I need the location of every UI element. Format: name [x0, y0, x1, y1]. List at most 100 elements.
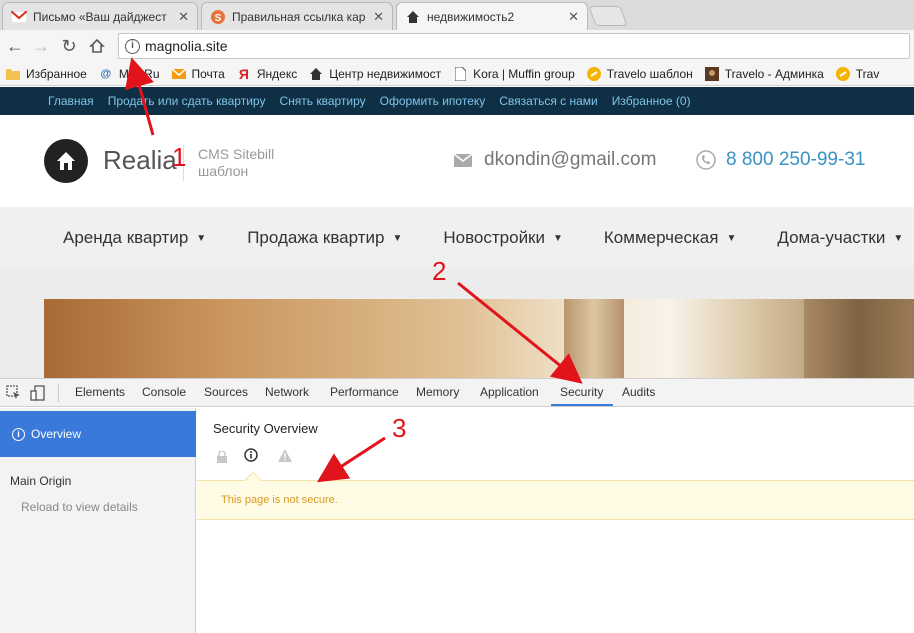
- devtools-tab-console[interactable]: Console: [142, 385, 186, 399]
- nav-link-home[interactable]: Главная: [48, 94, 94, 108]
- nav-link-contact[interactable]: Связаться с нами: [499, 94, 597, 108]
- address-bar[interactable]: i magnolia.site: [118, 33, 910, 59]
- bookmark-item[interactable]: Kora | Muffin group: [453, 66, 575, 81]
- back-icon[interactable]: ←: [4, 35, 26, 57]
- caret-down-icon: ▼: [726, 232, 737, 244]
- mailru-icon: @: [100, 67, 112, 80]
- email-contact[interactable]: dkondin@gmail.com: [454, 149, 656, 171]
- nav-link-rent[interactable]: Снять квартиру: [279, 94, 365, 108]
- gmail-icon: [11, 9, 27, 25]
- security-sidebar: i Overview Main Origin Reload to view de…: [0, 408, 196, 633]
- menu-item-new-buildings[interactable]: Новостройки ▼: [443, 228, 563, 248]
- mail-icon: [171, 67, 186, 81]
- bookmark-item[interactable]: @ Mail.Ru: [99, 66, 160, 81]
- annotation-number-3: 3: [392, 413, 407, 443]
- bookmarks-bar: Избранное @ Mail.Ru Почта Я Яндекс Центр…: [0, 62, 914, 86]
- caret-down-icon: ▼: [196, 232, 207, 244]
- menu-label: Новостройки: [443, 228, 545, 247]
- annotation-number-2: 2: [432, 256, 447, 286]
- cms-caption: CMS Sitebill шаблон: [198, 146, 274, 180]
- menu-label: Аренда квартир: [63, 228, 189, 247]
- bookmark-item[interactable]: Travelo шаблон: [586, 66, 693, 81]
- bookmark-item[interactable]: Travelo - Админка: [704, 66, 824, 81]
- logo-text[interactable]: Realia: [103, 145, 177, 176]
- hero-curtain: [564, 299, 624, 378]
- nav-link-mortgage[interactable]: Оформить ипотеку: [380, 94, 486, 108]
- bookmark-item[interactable]: Trav: [835, 66, 880, 81]
- devtools-tab-elements[interactable]: Elements: [75, 385, 125, 399]
- caret-down-icon: ▼: [553, 232, 563, 244]
- devtools-tab-sources[interactable]: Sources: [204, 385, 248, 399]
- devtools-tab-audits[interactable]: Audits: [622, 385, 655, 399]
- svg-text:S: S: [215, 13, 222, 24]
- sidebar-item-overview[interactable]: i Overview: [0, 411, 196, 457]
- forward-icon[interactable]: →: [30, 35, 52, 57]
- menu-item-commercial[interactable]: Коммерческая ▼: [604, 228, 736, 248]
- phone-text: 8 800 250-99-31: [726, 149, 866, 170]
- devtools-tab-network[interactable]: Network: [265, 385, 309, 399]
- reload-hint: Reload to view details: [21, 500, 138, 514]
- phone-contact[interactable]: 8 800 250-99-31: [696, 149, 865, 171]
- tab-title: недвижимость2: [427, 9, 515, 24]
- bookmark-item[interactable]: Избранное: [6, 67, 87, 81]
- bookmark-item[interactable]: Я Яндекс: [237, 65, 297, 82]
- security-message: This page is not secure.: [221, 494, 338, 506]
- main-menu: Аренда квартир ▼ Продажа квартир ▼ Новостр…: [0, 207, 914, 269]
- cms-line-2: шаблон: [198, 163, 249, 179]
- bookmark-label: Travelo - Админка: [724, 66, 824, 81]
- devtools-tab-memory[interactable]: Memory: [416, 385, 459, 399]
- close-icon[interactable]: ✕: [568, 9, 579, 25]
- devtools-panel: Elements Console Sources Network Perform…: [0, 378, 914, 633]
- yandex-icon: Я: [238, 65, 249, 82]
- reload-icon[interactable]: ↻: [58, 35, 80, 57]
- devtools-tab-application[interactable]: Application: [480, 385, 539, 399]
- browser-tab-2[interactable]: S Правильная ссылка кар ✕: [201, 2, 393, 30]
- menu-item-rent[interactable]: Аренда квартир ▼: [63, 228, 206, 248]
- phone-icon: [696, 150, 716, 170]
- panel-title: Security Overview: [213, 421, 318, 436]
- devtools-tab-performance[interactable]: Performance: [330, 385, 399, 399]
- travelo-admin-icon: [704, 66, 719, 81]
- bookmark-label: Kora | Muffin group: [473, 66, 575, 81]
- close-icon[interactable]: ✕: [373, 9, 384, 25]
- travelo-icon: [586, 66, 601, 81]
- tab-strip: Письмо «Ваш дайджест ✕ S Правильная ссыл…: [0, 0, 914, 30]
- tab-title: Правильная ссылка кар: [232, 9, 366, 24]
- envelope-icon: [454, 153, 472, 167]
- browser-tab-1[interactable]: Письмо «Ваш дайджест ✕: [2, 2, 198, 30]
- bookmark-label: Избранное: [26, 66, 87, 81]
- browser-toolbar: ← → ↻ i magnolia.site: [0, 30, 914, 62]
- caret-down-icon: ▼: [392, 232, 403, 244]
- hero-image: [44, 299, 914, 378]
- bookmark-item[interactable]: Почта: [171, 66, 225, 81]
- close-icon[interactable]: ✕: [178, 9, 189, 25]
- new-tab-button[interactable]: [588, 6, 628, 26]
- info-icon: [244, 448, 258, 467]
- site-top-nav: Главная Продать или сдать квартиру Снять…: [0, 87, 914, 115]
- menu-item-houses[interactable]: Дома-участки ▼: [777, 228, 903, 248]
- bookmark-label: Travelo шаблон: [606, 66, 693, 81]
- browser-tab-3-active[interactable]: недвижимость2 ✕: [396, 2, 588, 30]
- page-icon: [453, 66, 467, 81]
- active-tab-indicator: [551, 404, 613, 406]
- info-icon: i: [12, 427, 25, 441]
- warning-icon: [278, 449, 292, 467]
- devtools-tab-security[interactable]: Security: [560, 385, 603, 399]
- logo-house-icon[interactable]: [44, 139, 88, 183]
- menu-label: Продажа квартир: [247, 228, 385, 247]
- info-icon[interactable]: i: [125, 39, 140, 54]
- cms-line-1: CMS Sitebill: [198, 146, 275, 162]
- menu-item-sale[interactable]: Продажа квартир ▼: [247, 228, 402, 248]
- inspect-element-icon[interactable]: [6, 385, 22, 401]
- folder-icon: [6, 67, 20, 81]
- nav-link-sell[interactable]: Продать или сдать квартиру: [108, 94, 266, 108]
- hero-curtain: [804, 299, 914, 378]
- device-toolbar-icon[interactable]: [30, 385, 46, 401]
- bookmark-label: Почта: [191, 66, 225, 81]
- menu-label: Коммерческая: [603, 228, 719, 247]
- nav-link-favorites[interactable]: Избранное (0): [612, 94, 691, 108]
- bookmark-label: Mail.Ru: [118, 66, 160, 81]
- bookmark-label: Trav: [855, 66, 880, 81]
- home-icon[interactable]: [86, 35, 108, 57]
- bookmark-item[interactable]: Центр недвижимост: [309, 67, 441, 81]
